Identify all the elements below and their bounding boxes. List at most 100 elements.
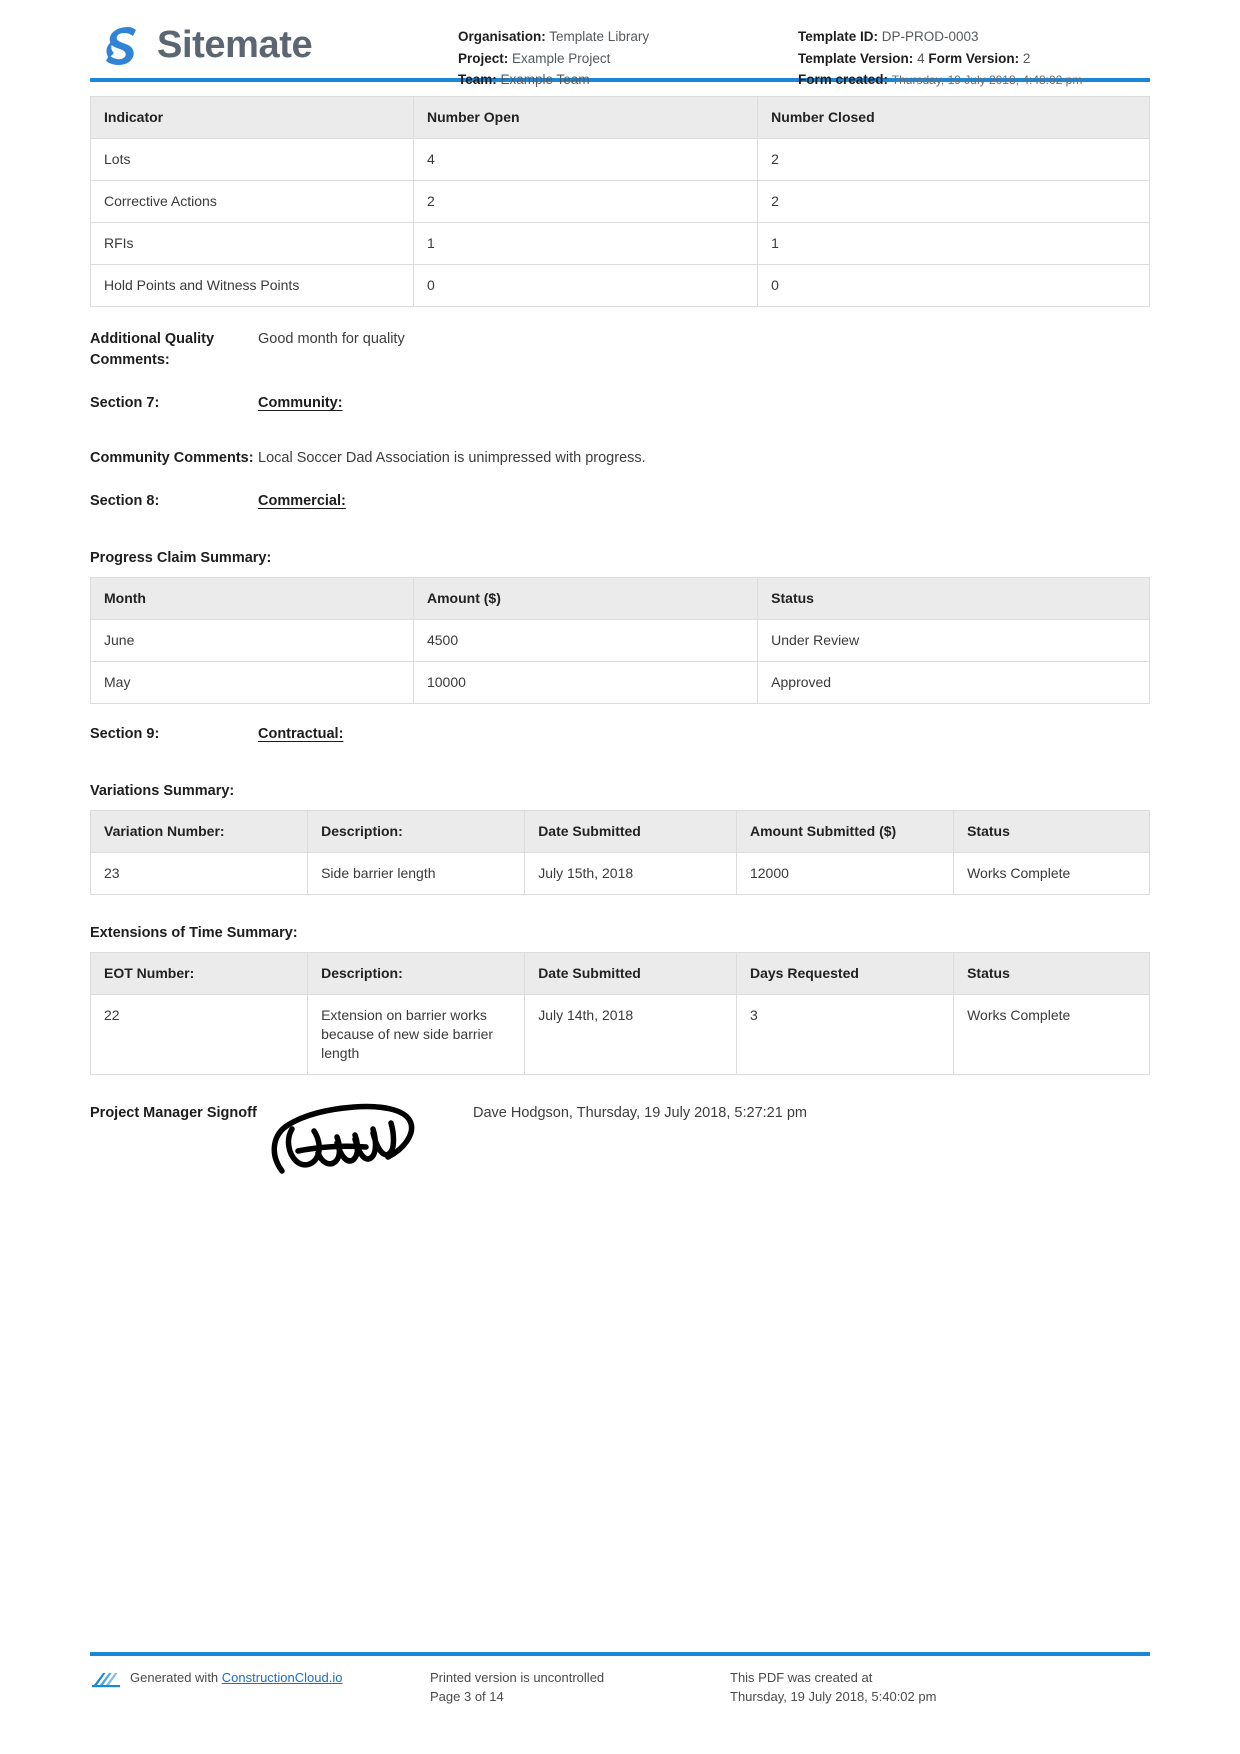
footer-row: Generated with ConstructionCloud.io Prin… <box>90 1668 1150 1706</box>
document-footer: Generated with ConstructionCloud.io Prin… <box>90 1652 1150 1706</box>
header-form-created-value: Thursday, 19 July 2018, 4:48:02 pm <box>891 73 1083 87</box>
additional-quality-comments-label: Additional Quality Comments: <box>90 331 215 368</box>
footer-print-info: Printed version is uncontrolled Page 3 o… <box>430 1668 730 1706</box>
progress-claim-summary-title: Progress Claim Summary: <box>90 550 272 566</box>
indicator-table: Indicator Number Open Number Closed Lots… <box>90 96 1150 307</box>
header-template-id-label: Template ID: <box>798 29 879 44</box>
cell: Corrective Actions <box>90 180 414 223</box>
header-form-version-label: Form Version: <box>928 50 1020 66</box>
header-form-version-value: 2 <box>1022 50 1031 66</box>
indicator-col-indicator: Indicator <box>90 96 414 139</box>
cell: Extension on barrier works because of ne… <box>307 994 526 1075</box>
section-7-row: Section 7: Community: <box>90 393 1150 414</box>
table-header-row: Indicator Number Open Number Closed <box>90 96 1150 139</box>
cell: 12000 <box>735 852 955 895</box>
header-template-version-label: Template Version: <box>798 50 914 66</box>
table-row: Lots 4 2 <box>90 138 1150 181</box>
section-8-label: Section 8: <box>90 493 160 509</box>
header-team-label: Team: <box>458 72 497 87</box>
sitemate-logo-icon <box>98 22 144 68</box>
table-row: Hold Points and Witness Points 0 0 <box>90 264 1150 307</box>
cell: 0 <box>757 264 1150 307</box>
cell: 2 <box>412 180 759 223</box>
footer-created-at-label: This PDF was created at <box>730 1670 873 1685</box>
header-organisation: Organisation: Template Library <box>458 26 798 48</box>
section-7-label: Section 7: <box>90 395 160 411</box>
cell: 4 <box>412 138 759 181</box>
variations-col-date-submitted: Date Submitted <box>524 810 737 853</box>
footer-uncontrolled-text: Printed version is uncontrolled <box>430 1670 605 1685</box>
document-header: Sitemate Organisation: Template Library … <box>90 0 1150 87</box>
cell: RFIs <box>90 222 414 265</box>
cell: Side barrier length <box>307 852 526 895</box>
variations-col-amount-submitted: Amount Submitted ($) <box>735 810 955 853</box>
footer-generated-text: Generated with ConstructionCloud.io <box>130 1668 342 1687</box>
project-manager-signoff-label: Project Manager Signoff <box>90 1105 257 1121</box>
variations-table: Variation Number: Description: Date Subm… <box>89 810 1150 895</box>
cell: 2 <box>757 138 1150 181</box>
variations-col-description: Description: <box>307 810 526 853</box>
header-form-created: Form created: Thursday, 19 July 2018, 4:… <box>798 69 1150 92</box>
cell: 0 <box>412 264 759 307</box>
constructioncloud-link[interactable]: ConstructionCloud.io <box>222 1670 343 1685</box>
header-team-value: Example Team <box>500 72 590 87</box>
indicator-col-number-open: Number Open <box>412 96 759 139</box>
progress-claim-table: Month Amount ($) Status June 4500 Under … <box>90 577 1150 704</box>
footer-generated-with: Generated with ConstructionCloud.io <box>90 1668 430 1706</box>
table-row: 22 Extension on barrier works because of… <box>89 994 1150 1075</box>
eot-summary-title: Extensions of Time Summary: <box>90 925 298 941</box>
header-team: Team: Example Team <box>458 69 798 91</box>
community-comments-value: Local Soccer Dad Association is unimpres… <box>258 450 646 466</box>
table-row: Corrective Actions 2 2 <box>90 180 1150 223</box>
eot-col-number: EOT Number: <box>89 952 309 995</box>
brand-block: Sitemate <box>90 22 458 68</box>
header-template-id-value: DP-PROD-0003 <box>881 29 979 44</box>
cell: 23 <box>89 852 309 895</box>
additional-quality-comments-value: Good month for quality <box>258 331 405 347</box>
community-comments-label: Community Comments: <box>90 450 254 466</box>
progress-col-status: Status <box>757 577 1150 620</box>
footer-created-at-value: Thursday, 19 July 2018, 5:40:02 pm <box>730 1689 937 1704</box>
table-header-row: Variation Number: Description: Date Subm… <box>89 810 1150 853</box>
variations-col-number: Variation Number: <box>89 810 309 853</box>
project-manager-signoff: Project Manager Signoff Dave Hodgson, Th… <box>90 1103 1150 1180</box>
table-row: May 10000 Approved <box>90 661 1150 704</box>
progress-col-month: Month <box>90 577 414 620</box>
cell: Works Complete <box>953 852 1150 895</box>
header-versions: Template Version: 4 Form Version: 2 <box>798 48 1150 70</box>
header-project: Project: Example Project <box>458 48 798 70</box>
header-template-version-value: 4 <box>917 50 925 66</box>
cell: 1 <box>412 222 759 265</box>
table-header-row: Month Amount ($) Status <box>90 577 1150 620</box>
section-9-label: Section 9: <box>90 726 160 742</box>
header-meta-left: Organisation: Template Library Project: … <box>458 22 798 91</box>
cell: Hold Points and Witness Points <box>90 264 414 307</box>
community-comments-row: Community Comments: Local Soccer Dad Ass… <box>90 448 1150 469</box>
header-template-id: Template ID: DP-PROD-0003 <box>798 26 1150 48</box>
section-9-title: Contractual: <box>258 726 344 742</box>
section-7-title: Community: <box>258 395 343 411</box>
cell: 2 <box>757 180 1150 223</box>
cell: 1 <box>757 222 1150 265</box>
cell: 10000 <box>412 661 759 704</box>
eot-col-date-submitted: Date Submitted <box>524 952 737 995</box>
constructioncloud-logo-icon <box>90 1669 122 1689</box>
document-page: Sitemate Organisation: Template Library … <box>0 0 1240 1754</box>
table-row: 23 Side barrier length July 15th, 2018 1… <box>89 852 1150 895</box>
cell: 22 <box>89 994 309 1075</box>
indicator-col-number-closed: Number Closed <box>757 96 1150 139</box>
signoff-signed-by: Dave Hodgson, Thursday, 19 July 2018, 5:… <box>473 1105 807 1121</box>
header-organisation-value: Template Library <box>549 29 650 44</box>
header-project-value: Example Project <box>512 50 611 66</box>
section-8-title: Commercial: <box>258 493 346 509</box>
section-8-row: Section 8: Commercial: <box>90 491 1150 512</box>
cell: July 14th, 2018 <box>524 994 737 1075</box>
eot-col-days-requested: Days Requested <box>735 952 955 995</box>
cell: May <box>90 661 414 704</box>
eot-table: EOT Number: Description: Date Submitted … <box>89 952 1150 1075</box>
variations-summary-title: Variations Summary: <box>90 783 235 799</box>
variations-col-status: Status <box>953 810 1150 853</box>
table-header-row: EOT Number: Description: Date Submitted … <box>89 952 1150 995</box>
cell: Under Review <box>757 619 1150 662</box>
table-row: June 4500 Under Review <box>90 619 1150 662</box>
